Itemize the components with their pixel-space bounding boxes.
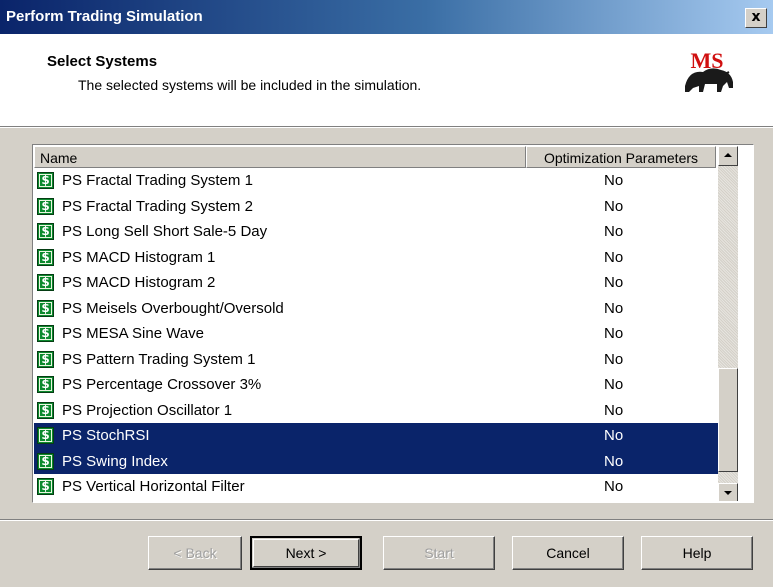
cancel-button[interactable]: Cancel — [512, 536, 624, 570]
column-header-name[interactable]: Name — [34, 146, 526, 168]
system-name: PS Percentage Crossover 3% — [62, 376, 262, 393]
window-title: Perform Trading Simulation — [6, 8, 203, 25]
list-item[interactable]: $ PS Fractal Trading System 1 No — [34, 168, 718, 194]
optimization-value: No — [604, 274, 624, 291]
arrow-down-icon — [724, 491, 732, 495]
back-button[interactable]: < Back — [148, 536, 242, 570]
dollar-icon: $ — [37, 223, 54, 240]
optimization-value: No — [604, 452, 624, 470]
list-rows: $ PS Fractal Trading System 1 No $ PS Fracta… — [34, 168, 718, 500]
system-name: PS MESA Sine Wave — [62, 325, 205, 342]
systems-list[interactable]: Name Optimization Parameters $ PS Fractal… — [32, 144, 754, 503]
metastock-logo-icon: MS — [685, 48, 733, 92]
dollar-icon: $ — [37, 325, 54, 342]
vertical-scrollbar[interactable] — [718, 146, 738, 501]
dollar-icon: $ — [37, 478, 54, 495]
step-subtitle: The selected systems will be included in… — [78, 77, 422, 93]
list-item[interactable]: $ PS Projection Oscillator 1 No — [34, 398, 718, 424]
optimization-value: No — [604, 248, 624, 266]
optimization-value: No — [604, 350, 624, 368]
wizard-header: Select Systems The selected systems will… — [0, 34, 773, 126]
optimization-value: No — [604, 401, 624, 419]
system-name: PS Fractal Trading System 1 — [62, 172, 253, 189]
optimization-value: No — [604, 223, 624, 240]
dollar-icon: $ — [37, 299, 54, 317]
list-item[interactable]: $ PS MACD Histogram 2 No — [34, 270, 718, 296]
close-button[interactable]: x — [745, 8, 767, 28]
system-name: PS Projection Oscillator 1 — [62, 401, 233, 419]
system-name: PS MACD Histogram 1 — [62, 248, 216, 266]
help-button[interactable]: Help — [641, 536, 753, 570]
list-item[interactable]: $ PS Meisels Overbought/Oversold No — [34, 296, 718, 322]
list-item[interactable]: $ PS Vertical Horizontal Filter No — [34, 474, 718, 500]
dollar-icon: $ — [37, 274, 54, 291]
scroll-down-button[interactable] — [718, 483, 738, 501]
list-item[interactable]: $ PS Long Sell Short Sale-5 Day No — [34, 219, 718, 245]
scrollbar-thumb[interactable] — [718, 368, 738, 472]
start-button[interactable]: Start — [383, 536, 495, 570]
optimization-value: No — [604, 172, 624, 189]
dollar-icon: $ — [37, 427, 54, 444]
list-item[interactable]: $ PS Fractal Trading System 2 No — [34, 194, 718, 220]
next-button[interactable]: Next > — [250, 536, 362, 570]
dollar-icon: $ — [37, 452, 54, 470]
dialog-footer: < Back Next > Start Cancel Help — [0, 521, 773, 587]
dollar-icon: $ — [37, 350, 54, 368]
system-name: PS Long Sell Short Sale-5 Day — [62, 223, 268, 240]
logo-text: MS — [691, 48, 724, 73]
dollar-icon: $ — [37, 248, 54, 266]
list-item[interactable]: $ PS StochRSI No — [34, 423, 718, 449]
column-header-optimization[interactable]: Optimization Parameters — [526, 146, 716, 168]
scroll-up-button[interactable] — [718, 146, 738, 166]
system-name: PS MACD Histogram 2 — [62, 274, 216, 291]
system-name: PS Pattern Trading System 1 — [62, 350, 256, 368]
optimization-value: No — [604, 478, 624, 495]
arrow-up-icon — [724, 153, 732, 157]
optimization-value: No — [604, 299, 624, 317]
optimization-value: No — [604, 427, 624, 444]
title-bar: Perform Trading Simulation x — [0, 0, 773, 34]
next-button-label: Next > — [285, 545, 327, 561]
list-item[interactable]: $ PS Swing Index No — [34, 448, 718, 474]
list-item[interactable]: $ PS MACD Histogram 1 No — [34, 245, 718, 271]
list-item[interactable]: $ PS Percentage Crossover 3% No — [34, 372, 718, 398]
optimization-value: No — [604, 376, 624, 393]
system-name: PS Swing Index — [62, 452, 168, 470]
dollar-icon: $ — [37, 197, 54, 215]
list-item[interactable]: $ PS Pattern Trading System 1 No — [34, 347, 718, 373]
dollar-icon: $ — [37, 376, 54, 393]
list-item[interactable]: $ PS MESA Sine Wave No — [34, 321, 718, 347]
optimization-value: No — [604, 325, 624, 342]
system-name: PS Meisels Overbought/Oversold — [62, 299, 284, 317]
system-name: PS Fractal Trading System 2 — [62, 197, 253, 215]
optimization-value: No — [604, 197, 624, 215]
dialog-body: Name Optimization Parameters $ PS Fractal… — [0, 128, 773, 519]
step-title: Select Systems — [47, 53, 158, 70]
system-name: PS StochRSI — [62, 427, 150, 444]
system-name: PS Vertical Horizontal Filter — [62, 478, 245, 495]
dollar-icon: $ — [37, 401, 54, 419]
dollar-icon: $ — [37, 172, 54, 189]
